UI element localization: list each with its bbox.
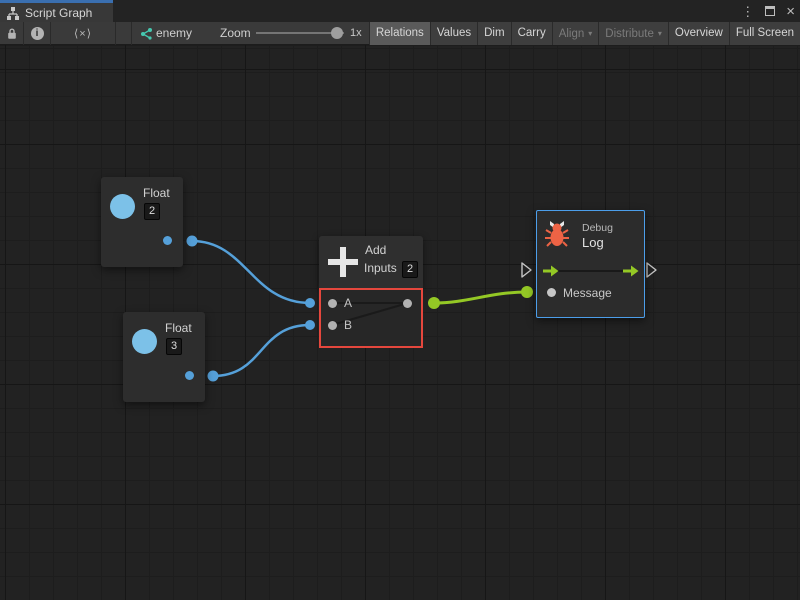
node-title: Float [143,186,170,200]
code-preview-icon: ⟨×⟩ [74,27,92,40]
info-button[interactable]: i [24,22,50,45]
wire-add-to-debug-message[interactable] [434,292,527,303]
bug-icon [544,220,570,248]
float-value-field[interactable]: 2 [144,203,160,220]
chevron-down-icon: ▾ [658,29,662,38]
node-title: Add [365,243,386,257]
align-dropdown[interactable]: Align▾ [552,22,599,45]
full-screen-button[interactable]: Full Screen [729,22,800,45]
add-input-port-a[interactable] [328,299,337,308]
tab-title: Script Graph [25,6,92,20]
flow-input-triangle-icon[interactable] [522,263,531,277]
zoom-slider-handle[interactable] [331,27,343,39]
inputs-count-field[interactable]: 2 [402,261,418,278]
toolbar-divider [115,22,116,45]
breadcrumb-graph-name[interactable]: enemy [156,22,192,45]
graph-toolbar: i ⟨×⟩ enemy Zoom 1x Relations Values Dim… [0,22,800,45]
debug-message-input-port[interactable] [547,288,556,297]
node-debug-log-selected-blue[interactable]: Debug Log Message [536,210,645,318]
zoom-value: 1x [350,22,362,45]
chevron-down-icon: ▾ [588,29,592,38]
flow-in-arrow-icon[interactable] [543,266,559,277]
add-output-port[interactable] [403,299,412,308]
wire-endpoint-add-out[interactable] [428,297,440,309]
node-title: Log [582,235,604,250]
script-graph-icon [139,27,153,41]
add-node-header[interactable]: Add Inputs 2 [319,236,423,288]
flow-out-arrow-icon[interactable] [623,266,639,277]
lock-icon [6,27,18,40]
maximize-icon[interactable] [765,6,775,16]
window-controls: ⋮ × [741,0,795,22]
toolbar-divider [131,22,132,45]
wire-endpoint-add-b[interactable] [305,320,315,330]
overview-button[interactable]: Overview [668,22,729,45]
dim-button[interactable]: Dim [477,22,510,45]
port-label-a: A [344,296,352,310]
node-float-1[interactable]: Float 2 [101,177,183,267]
values-button[interactable]: Values [430,22,477,45]
float-literal-icon [110,194,135,219]
inputs-label: Inputs [364,261,397,275]
code-preview-button[interactable]: ⟨×⟩ [51,22,115,45]
distribute-dropdown[interactable]: Distribute▾ [598,22,668,45]
zoom-label: Zoom [220,22,251,45]
float-value-field[interactable]: 3 [166,338,182,355]
add-node-ports-selected-red[interactable]: A B [319,288,423,348]
flow-output-triangle-icon[interactable] [647,263,656,277]
node-category: Debug [582,222,613,234]
wire-float2-to-add-b[interactable] [213,325,310,376]
relations-button[interactable]: Relations [369,22,430,45]
plus-icon [328,247,358,277]
wire-endpoint-float2-out[interactable] [208,371,219,382]
info-icon: i [31,27,44,40]
node-add[interactable]: Add Inputs 2 A B [319,236,423,348]
float-literal-icon [132,329,157,354]
node-float-2[interactable]: Float 3 [123,312,205,402]
wire-endpoint-float1-out[interactable] [187,236,198,247]
wire-float1-to-add-a[interactable] [192,241,310,303]
flow-row [537,263,644,279]
message-port-label: Message [563,286,612,300]
toolbar-buttons: Relations Values Dim Carry Align▾ Distri… [369,22,800,45]
float2-output-port[interactable] [185,371,194,380]
window-tab-bar: Script Graph ⋮ × [0,0,800,22]
node-title: Float [165,321,192,335]
float1-output-port[interactable] [163,236,172,245]
carry-button[interactable]: Carry [511,22,552,45]
wire-endpoint-debug-message[interactable] [521,286,533,298]
graph-breadcrumb-icon-wrap [138,22,154,45]
graph-hierarchy-icon [6,6,20,20]
lock-button[interactable] [0,22,23,45]
port-label-b: B [344,318,352,332]
wire-endpoint-add-a[interactable] [305,298,315,308]
close-icon[interactable]: × [786,4,795,19]
add-input-port-b[interactable] [328,321,337,330]
window-menu-icon[interactable]: ⋮ [741,5,754,18]
tab-script-graph[interactable]: Script Graph [0,0,113,22]
